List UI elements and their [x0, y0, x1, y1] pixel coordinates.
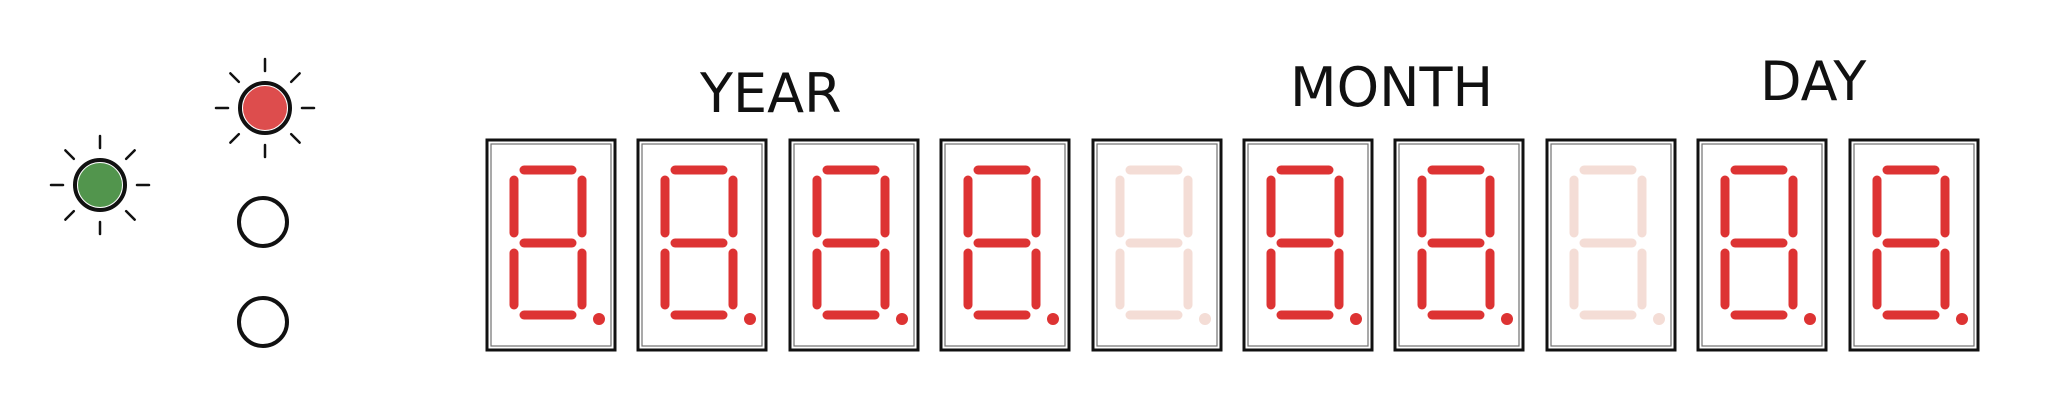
red-indicator-ray — [289, 132, 301, 144]
red-indicator-ray — [289, 72, 301, 84]
indicator-lights — [49, 57, 316, 348]
red-indicator-fill — [243, 86, 287, 130]
digit-month — [1242, 138, 1374, 352]
digit-day — [1848, 138, 1980, 352]
indicator-4-ring — [237, 296, 289, 348]
day-label: DAY — [1760, 50, 1867, 113]
green-indicator-ray — [124, 149, 136, 161]
indicator-4 — [237, 296, 289, 348]
green-indicator — [49, 134, 151, 236]
month-label: MONTH — [1290, 56, 1493, 119]
seg-dp — [1501, 313, 1513, 325]
red-indicator-ray — [229, 72, 241, 84]
digit-year — [939, 138, 1071, 352]
seg-dp — [1653, 313, 1665, 325]
digit-separator — [1091, 138, 1223, 352]
seg-dp — [593, 313, 605, 325]
digit-month — [1393, 138, 1525, 352]
year-label: YEAR — [699, 62, 842, 125]
red-indicator-ray — [229, 132, 241, 144]
seven-segment-digits — [485, 138, 1980, 352]
green-indicator-ray — [64, 209, 76, 221]
seg-dp — [896, 313, 908, 325]
seg-dp — [1199, 313, 1211, 325]
digit-day — [1696, 138, 1828, 352]
digit-year — [485, 138, 617, 352]
red-indicator — [214, 57, 316, 159]
indicator-3-ring — [237, 196, 289, 248]
green-indicator-ray — [124, 209, 136, 221]
digit-year — [636, 138, 768, 352]
green-indicator-ray — [64, 149, 76, 161]
date-display-panel: YEAR MONTH DAY — [49, 50, 1980, 352]
seg-dp — [1047, 313, 1059, 325]
seg-dp — [1350, 313, 1362, 325]
seg-dp — [744, 313, 756, 325]
indicator-3 — [237, 196, 289, 248]
seg-dp — [1804, 313, 1816, 325]
seg-dp — [1956, 313, 1968, 325]
green-indicator-fill — [78, 163, 122, 207]
digit-year — [788, 138, 920, 352]
digit-separator — [1545, 138, 1677, 352]
